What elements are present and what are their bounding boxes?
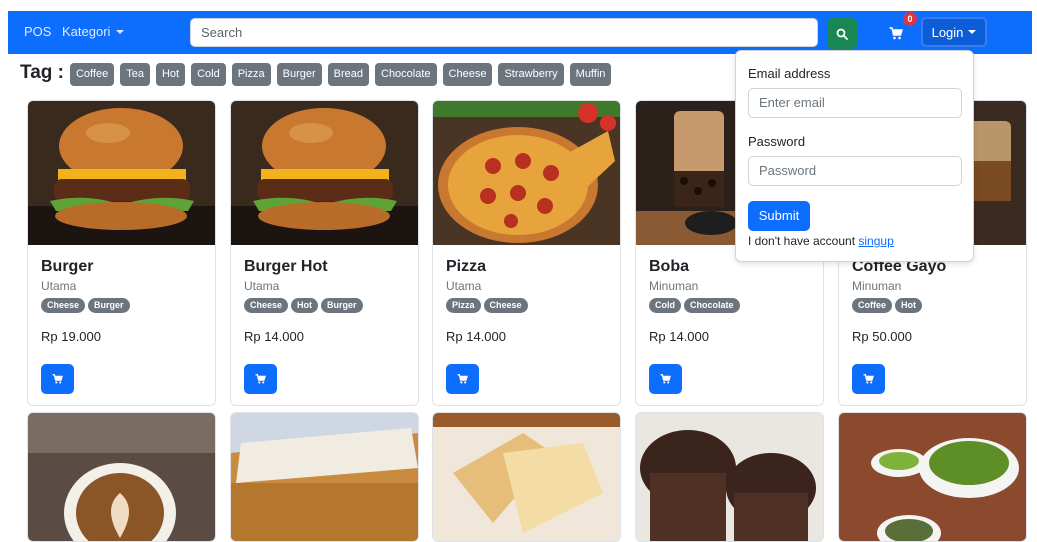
tag-filter-row: Tag : Coffee Tea Hot Cold Pizza Burger B… (20, 62, 617, 87)
product-card-body: Coffee Gayo Minuman Coffee Hot Rp 50.000 (852, 258, 1017, 344)
email-label: Email address (748, 66, 831, 81)
product-tag-badge: Cheese (41, 298, 86, 313)
product-tag-badge: Pizza (446, 298, 481, 313)
product-category: Minuman (649, 279, 699, 293)
product-category: Utama (41, 279, 77, 293)
product-image-green-tea (839, 413, 1026, 541)
search-icon (836, 28, 848, 40)
kategori-label: Kategori (62, 24, 111, 39)
product-tag-badge: Chocolate (684, 298, 740, 313)
tag-filter-button[interactable]: Hot (155, 63, 186, 86)
cart-icon (255, 374, 266, 384)
product-card-body: Pizza Utama Pizza Cheese Rp 14.000 (446, 258, 611, 344)
product-card-body: Burger Utama Cheese Burger Rp 19.000 (41, 258, 206, 344)
kategori-dropdown-toggle[interactable]: Kategori (62, 24, 125, 39)
product-image-burger (231, 101, 418, 245)
add-to-cart-button[interactable] (649, 364, 682, 394)
product-category: Utama (244, 279, 280, 293)
search-input[interactable]: Search (190, 18, 818, 47)
cart-icon (660, 374, 671, 384)
product-image-chocolate-muffin (636, 413, 823, 541)
product-card (27, 412, 216, 542)
product-card: Burger Hot Utama Cheese Hot Burger Rp 14… (230, 100, 419, 406)
cart-icon (863, 374, 874, 384)
tag-filter-button[interactable]: Bread (327, 63, 369, 86)
login-dropdown-toggle[interactable]: Login (921, 17, 987, 47)
add-to-cart-button[interactable] (41, 364, 74, 394)
tag-filter-button[interactable]: Muffin (569, 63, 612, 86)
cart-icon (457, 374, 468, 384)
product-card (635, 412, 824, 542)
tag-filter-button[interactable]: Burger (276, 63, 322, 86)
product-tags: Pizza Cheese (446, 298, 611, 315)
product-tag-badge: Coffee (852, 298, 893, 313)
product-price: Rp 19.000 (41, 329, 101, 344)
product-price: Rp 14.000 (446, 329, 506, 344)
product-tag-badge: Cheese (244, 298, 289, 313)
product-tag-badge: Hot (291, 298, 319, 313)
product-tags: Cheese Burger (41, 298, 206, 315)
password-label: Password (748, 134, 806, 149)
cart-icon (52, 374, 63, 384)
product-tag-badge: Burger (321, 298, 363, 313)
cart-button[interactable] (886, 23, 906, 43)
brand-link[interactable]: POS (24, 24, 51, 39)
product-tag-badge: Hot (895, 298, 923, 313)
product-image-latte-art (28, 413, 215, 541)
product-image-pizza (433, 101, 620, 245)
product-tags: Cold Chocolate (649, 298, 814, 315)
cart-icon (889, 26, 903, 39)
chevron-down-icon (116, 29, 125, 34)
product-tags: Cheese Hot Burger (244, 298, 409, 315)
chevron-down-icon (968, 30, 977, 34)
tag-filter-button[interactable]: Pizza (231, 63, 271, 86)
product-card-body: Boba Minuman Cold Chocolate Rp 14.000 (649, 258, 814, 344)
password-field[interactable]: Password (748, 156, 962, 186)
tag-filter-button[interactable]: Chocolate (375, 63, 437, 86)
tag-filter-button[interactable]: Strawberry (498, 63, 564, 86)
product-tag-badge: Cheese (483, 298, 528, 313)
cart-count-badge: 0 (903, 12, 917, 26)
product-name: Burger Hot (244, 258, 328, 275)
add-to-cart-button[interactable] (852, 364, 885, 394)
add-to-cart-button[interactable] (446, 364, 479, 394)
product-card (432, 412, 621, 542)
tag-filter-button[interactable]: Cold (191, 63, 226, 86)
product-card (230, 412, 419, 542)
login-label: Login (931, 24, 964, 40)
tag-heading: Tag : (20, 62, 64, 83)
tag-filter-button[interactable]: Cheese (442, 63, 493, 86)
signup-prompt: I don't have account singup (748, 234, 894, 248)
product-image-burger (28, 101, 215, 245)
no-account-text: I don't have account (748, 234, 856, 248)
product-image-cheese-bread (231, 413, 418, 541)
product-price: Rp 14.000 (244, 329, 304, 344)
tag-filter-button[interactable]: Coffee (69, 63, 115, 86)
product-card: Pizza Utama Pizza Cheese Rp 14.000 (432, 100, 621, 406)
product-card: Burger Utama Cheese Burger Rp 19.000 (27, 100, 216, 406)
tag-filter-button[interactable]: Tea (120, 63, 150, 86)
product-name: Pizza (446, 258, 487, 275)
add-to-cart-button[interactable] (244, 364, 277, 394)
product-card-body: Burger Hot Utama Cheese Hot Burger Rp 14… (244, 258, 409, 344)
login-dropdown-menu: Email address Enter email Password Passw… (735, 50, 974, 262)
product-name: Burger (41, 258, 94, 275)
product-tags: Coffee Hot (852, 298, 1017, 315)
signup-link[interactable]: singup (858, 234, 893, 248)
submit-button[interactable]: Submit (748, 201, 810, 231)
product-price: Rp 14.000 (649, 329, 709, 344)
navbar: POS Kategori Search 0 Login (8, 11, 1032, 54)
product-tag-badge: Cold (649, 298, 681, 313)
search-button[interactable] (827, 18, 857, 49)
product-image-white-bread (433, 413, 620, 541)
product-tag-badge: Burger (88, 298, 130, 313)
product-category: Minuman (852, 279, 902, 293)
product-price: Rp 50.000 (852, 329, 912, 344)
product-category: Utama (446, 279, 482, 293)
email-field[interactable]: Enter email (748, 88, 962, 118)
product-card (838, 412, 1027, 542)
